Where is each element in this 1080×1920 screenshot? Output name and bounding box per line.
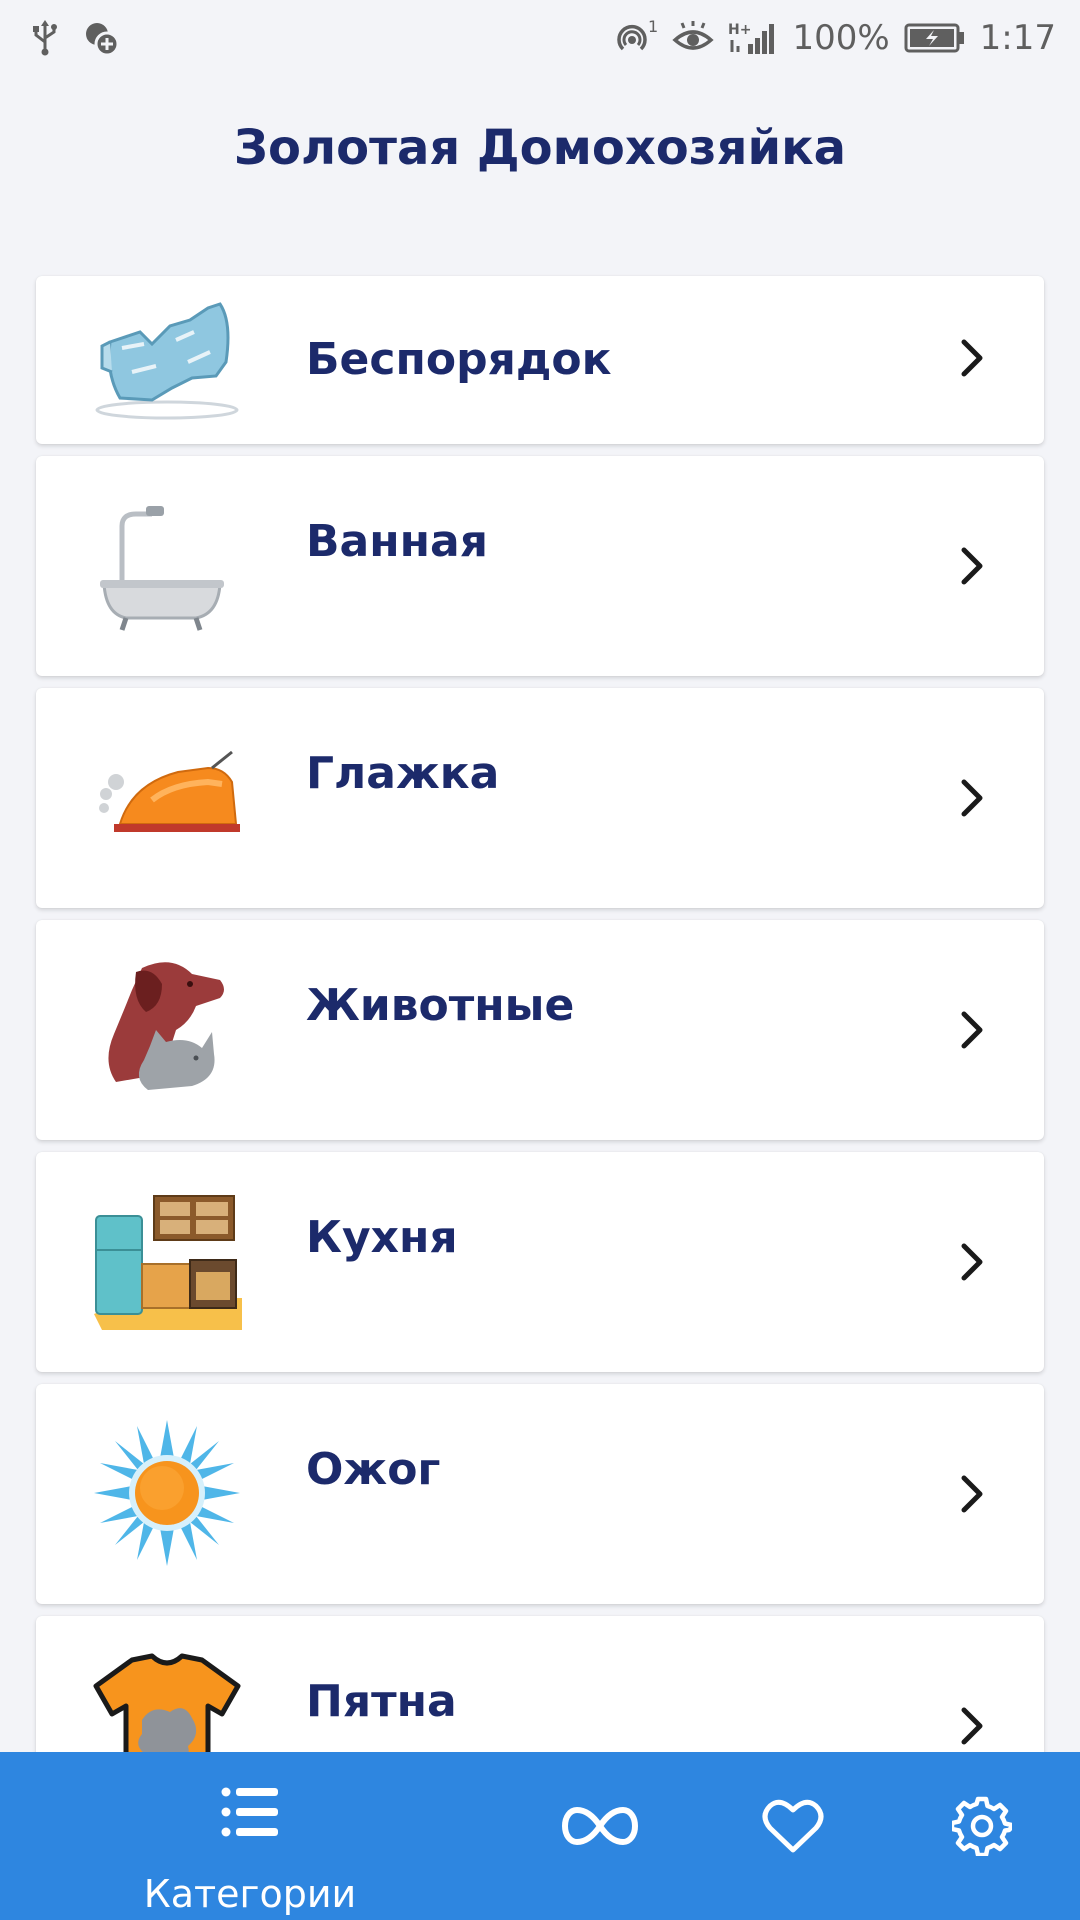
list-icon xyxy=(221,1787,278,1837)
hotspot-icon: 1 xyxy=(617,18,658,51)
category-label: Глажка xyxy=(306,748,500,799)
eye-icon xyxy=(672,21,715,50)
status-bar: 1 H+ 100% 1:17 xyxy=(0,0,1080,76)
category-label: Ожог xyxy=(306,1444,441,1495)
chevron-right-icon xyxy=(961,1011,983,1049)
category-label: Пятна xyxy=(306,1676,457,1727)
category-label: Беспорядок xyxy=(306,334,612,385)
sun-icon xyxy=(94,1420,240,1566)
nav-favorites-tab[interactable] xyxy=(732,1752,852,1920)
battery-icon xyxy=(904,23,964,53)
chevron-right-icon xyxy=(961,779,983,817)
bottle-icon xyxy=(95,302,239,420)
iron-icon xyxy=(99,750,240,832)
category-label: Животные xyxy=(306,980,575,1031)
category-label: Ванная xyxy=(306,516,488,567)
page-title: Золотая Домохозяйка xyxy=(233,120,847,176)
chevron-right-icon xyxy=(961,339,983,377)
usb-icon xyxy=(33,20,57,56)
hotspot-count: 1 xyxy=(648,18,658,36)
infinity-icon xyxy=(562,1806,638,1846)
nav-categories-label: Категории xyxy=(143,1872,357,1916)
bathtub-icon xyxy=(100,506,224,631)
heart-icon xyxy=(762,1799,824,1853)
chevron-right-icon xyxy=(961,547,983,585)
bottom-navigation: Категории xyxy=(0,1752,1080,1920)
nav-settings-tab[interactable] xyxy=(922,1752,1042,1920)
gear-icon xyxy=(952,1796,1012,1856)
svg-text:H+: H+ xyxy=(728,22,751,38)
category-item-vannaya[interactable]: Ванная xyxy=(36,456,1044,676)
chevron-right-icon xyxy=(961,1475,983,1513)
kitchen-icon xyxy=(94,1195,242,1330)
category-item-ozhog[interactable]: Ожог xyxy=(36,1384,1044,1604)
chevron-right-icon xyxy=(961,1243,983,1281)
nav-categories-tab[interactable]: Категории xyxy=(120,1752,380,1920)
clock: 1:17 xyxy=(979,18,1056,58)
category-item-zhivotnye[interactable]: Животные xyxy=(36,920,1044,1140)
battery-percent: 100% xyxy=(792,18,890,58)
signal-icon: H+ xyxy=(728,22,775,54)
category-label: Кухня xyxy=(306,1212,458,1263)
add-circle-icon xyxy=(86,23,120,57)
pets-icon xyxy=(108,962,224,1090)
category-item-kukhnya[interactable]: Кухня xyxy=(36,1152,1044,1372)
nav-infinity-tab[interactable] xyxy=(540,1752,660,1920)
category-item-glazhka[interactable]: Глажка xyxy=(36,688,1044,908)
category-item-besporyadok[interactable]: Беспорядок xyxy=(36,276,1044,444)
chevron-right-icon xyxy=(961,1707,983,1745)
